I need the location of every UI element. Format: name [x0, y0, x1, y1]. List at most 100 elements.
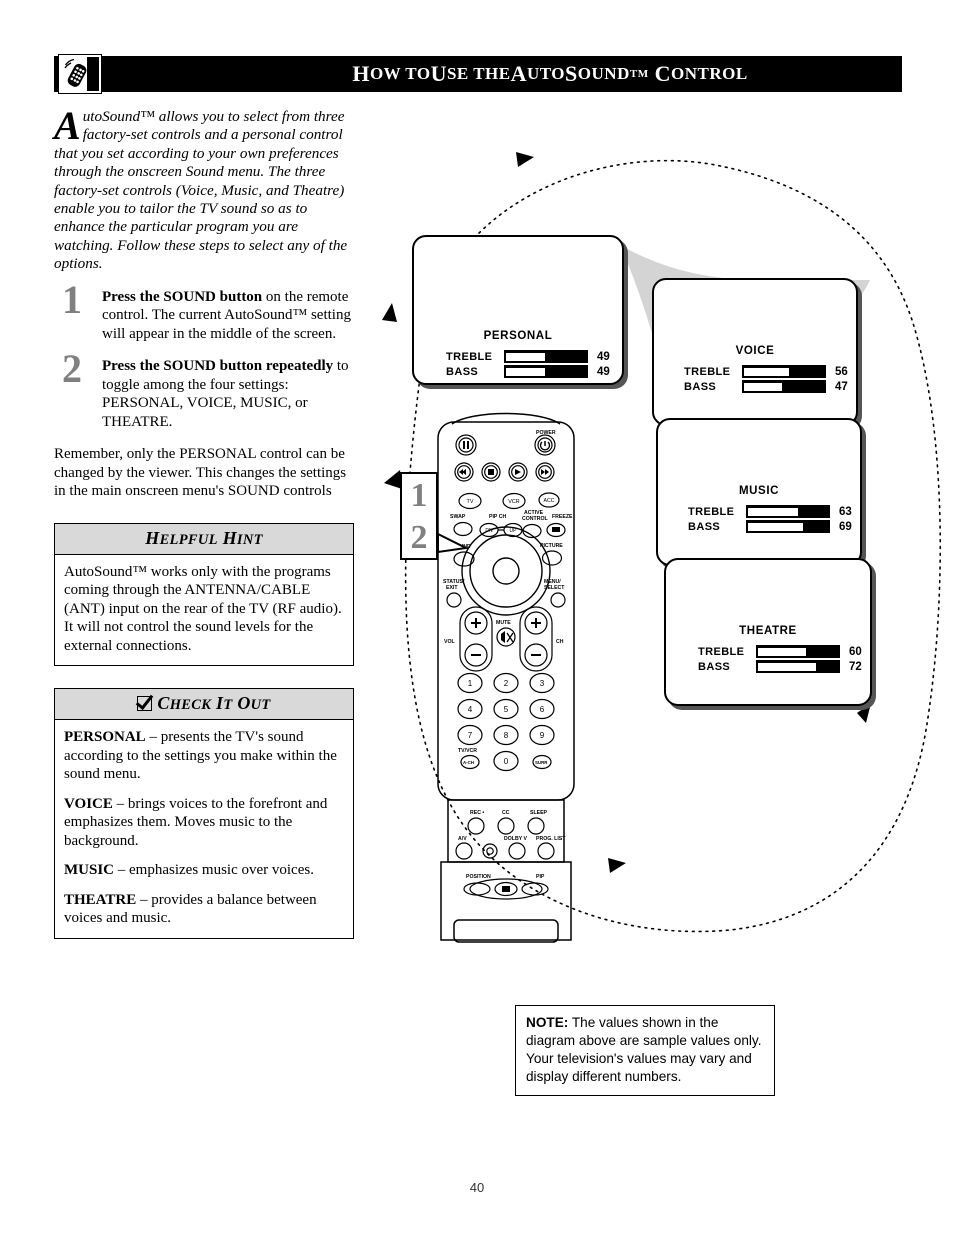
row-value-treble: 63 — [839, 505, 852, 518]
note-label: NOTE: — [526, 1015, 569, 1030]
remote-label-pip: PIP — [536, 874, 545, 880]
step-1: 1 Press the SOUND button on the remote c… — [54, 279, 354, 344]
panel-row-bass: BASS 72 — [698, 659, 862, 674]
row-label-bass: BASS — [698, 660, 731, 673]
remote-label-swap: SWAP — [450, 514, 466, 520]
row-value-treble: 60 — [849, 645, 862, 658]
row-label-bass: BASS — [684, 380, 717, 393]
check-term-theatre: THEATRE — [64, 891, 137, 908]
step-1-lead: Press the SOUND button — [102, 288, 263, 305]
check-item-theatre: THEATRE – provides a balance between voi… — [64, 891, 344, 928]
remote-label-pip-ch: PIP CH — [489, 514, 506, 520]
panel-row-bass: BASS 49 — [446, 364, 610, 379]
svg-text:SELECT: SELECT — [544, 585, 565, 591]
helpful-hint-body: AutoSound™ works only with the programs … — [55, 555, 353, 666]
row-label-treble: TREBLE — [684, 365, 731, 378]
row-label-treble: TREBLE — [698, 645, 745, 658]
svg-text:4: 4 — [468, 705, 473, 714]
svg-text:0: 0 — [504, 757, 509, 766]
remote-label-tv-vcr: TV/VCR — [458, 748, 477, 754]
tv-screen-voice: VOICE TREBLE 56 BASS 47 — [652, 278, 858, 426]
row-value-bass: 49 — [597, 365, 610, 378]
helpful-hint-title: HELPFUL HINT — [55, 523, 353, 555]
svg-text:CONTROL: CONTROL — [522, 516, 548, 522]
panel-title-personal: PERSONAL — [483, 330, 553, 342]
check-it-out-body: PERSONAL – presents the TV's sound accor… — [55, 720, 353, 938]
page-title: H OW TO U SE THE A UTO S OUND TM C ONTROL — [352, 61, 748, 86]
step-2-lead: Press the SOUND button repeatedly — [102, 358, 334, 375]
tv-screen-music: MUSIC TREBLE 63 BASS 69 — [656, 418, 862, 566]
remote-label-position: POSITION — [466, 874, 491, 880]
helpful-hint-text: AutoSound™ works only with the programs … — [64, 563, 342, 654]
row-label-bass: BASS — [688, 520, 721, 533]
arrowhead-bottom — [608, 858, 626, 873]
svg-text:5: 5 — [504, 705, 509, 714]
panel-row-treble: TREBLE 56 — [684, 364, 848, 379]
svg-text:6: 6 — [540, 705, 545, 714]
step-2: 2 Press the SOUND button repeatedly to t… — [54, 349, 354, 431]
step-2-number: 2 — [62, 346, 82, 392]
panel-title-music: MUSIC — [738, 485, 780, 497]
callout-line-2: 2 — [410, 519, 428, 556]
row-bar-treble — [504, 350, 588, 363]
row-bar-treble — [746, 505, 830, 518]
step-1-number: 1 — [62, 276, 82, 322]
panel-row-treble: TREBLE 49 — [446, 349, 610, 364]
remote-label-vcr: VCR — [508, 499, 519, 505]
arrowhead-top — [516, 152, 534, 167]
tv-screen-personal: PERSONAL TREBLE 49 BASS 49 — [412, 235, 624, 385]
arrowhead-left — [382, 303, 397, 322]
row-bar-bass — [746, 520, 830, 533]
check-it-out-box: CHECK IT OUT PERSONAL – presents the TV'… — [54, 688, 354, 939]
panel-title-theatre: THEATRE — [739, 625, 797, 637]
remote-label-cc: CC — [502, 810, 510, 816]
arrowhead-right-lower — [857, 703, 871, 723]
remote-label-dolby: DOLBY V — [504, 836, 528, 842]
check-item-voice: VOICE – brings voices to the forefront a… — [64, 795, 344, 851]
remote-label-prog-list: PROG. LIST — [536, 836, 566, 842]
panel-title-voice: VOICE — [735, 345, 775, 357]
check-term-personal: PERSONAL — [64, 729, 146, 746]
row-bar-bass — [742, 380, 826, 393]
check-it-out-title: CHECK IT OUT — [55, 689, 353, 721]
panel-row-bass: BASS 69 — [688, 519, 852, 534]
remote-label-av: A/V — [458, 836, 467, 842]
row-bar-treble — [756, 645, 840, 658]
svg-text:9: 9 — [540, 731, 545, 740]
remote-label-vol: VOL — [444, 639, 455, 645]
check-term-voice: VOICE — [64, 795, 113, 812]
check-item-personal: PERSONAL – presents the TV's sound accor… — [64, 728, 344, 784]
row-bar-treble — [742, 365, 826, 378]
remember-paragraph: Remember, only the PERSONAL control can … — [54, 446, 347, 500]
intro-paragraph: AutoSound™ allows you to select from thr… — [54, 106, 354, 274]
helpful-hint-box: HELPFUL HINT AutoSound™ works only with … — [54, 522, 354, 667]
svg-text:2: 2 — [504, 679, 509, 688]
svg-text:3: 3 — [540, 679, 545, 688]
row-label-treble: TREBLE — [688, 505, 735, 518]
panel-row-bass: BASS 47 — [684, 379, 848, 394]
intro-text: utoSound™ allows you to select from thre… — [54, 108, 348, 273]
svg-text:7: 7 — [468, 731, 473, 740]
note-box: NOTE: The values shown in the diagram ab… — [515, 1005, 775, 1096]
checkbox-checked-icon — [137, 696, 153, 712]
remote-label-ch: CH — [556, 639, 564, 645]
row-label-treble: TREBLE — [446, 350, 493, 363]
remote-label-mute: MUTE — [496, 620, 511, 626]
step-callout-box: 1 2 — [400, 472, 438, 560]
row-bar-bass — [756, 660, 840, 673]
svg-text:8: 8 — [504, 731, 509, 740]
remote-control-icon — [58, 54, 102, 94]
panel-rows-personal: TREBLE 49 BASS 49 — [446, 349, 610, 379]
panel-rows-voice: TREBLE 56 BASS 47 — [684, 364, 848, 394]
callout-line-1: 1 — [410, 477, 428, 514]
remote-keypad: 1 2 3 4 5 6 7 8 9 TV/VCR A-CH 0 SURR — [457, 672, 555, 772]
remote-label-freeze: FREEZE — [552, 514, 573, 520]
page-number: 40 — [469, 1180, 485, 1195]
panel-row-treble: TREBLE 60 — [698, 644, 862, 659]
row-value-bass: 69 — [839, 520, 852, 533]
row-bar-bass — [504, 365, 588, 378]
remote-label-sleep: SLEEP — [530, 810, 548, 816]
row-value-bass: 47 — [835, 380, 848, 393]
remote-label-rec: REC • — [470, 810, 484, 816]
panel-row-treble: TREBLE 63 — [688, 504, 852, 519]
